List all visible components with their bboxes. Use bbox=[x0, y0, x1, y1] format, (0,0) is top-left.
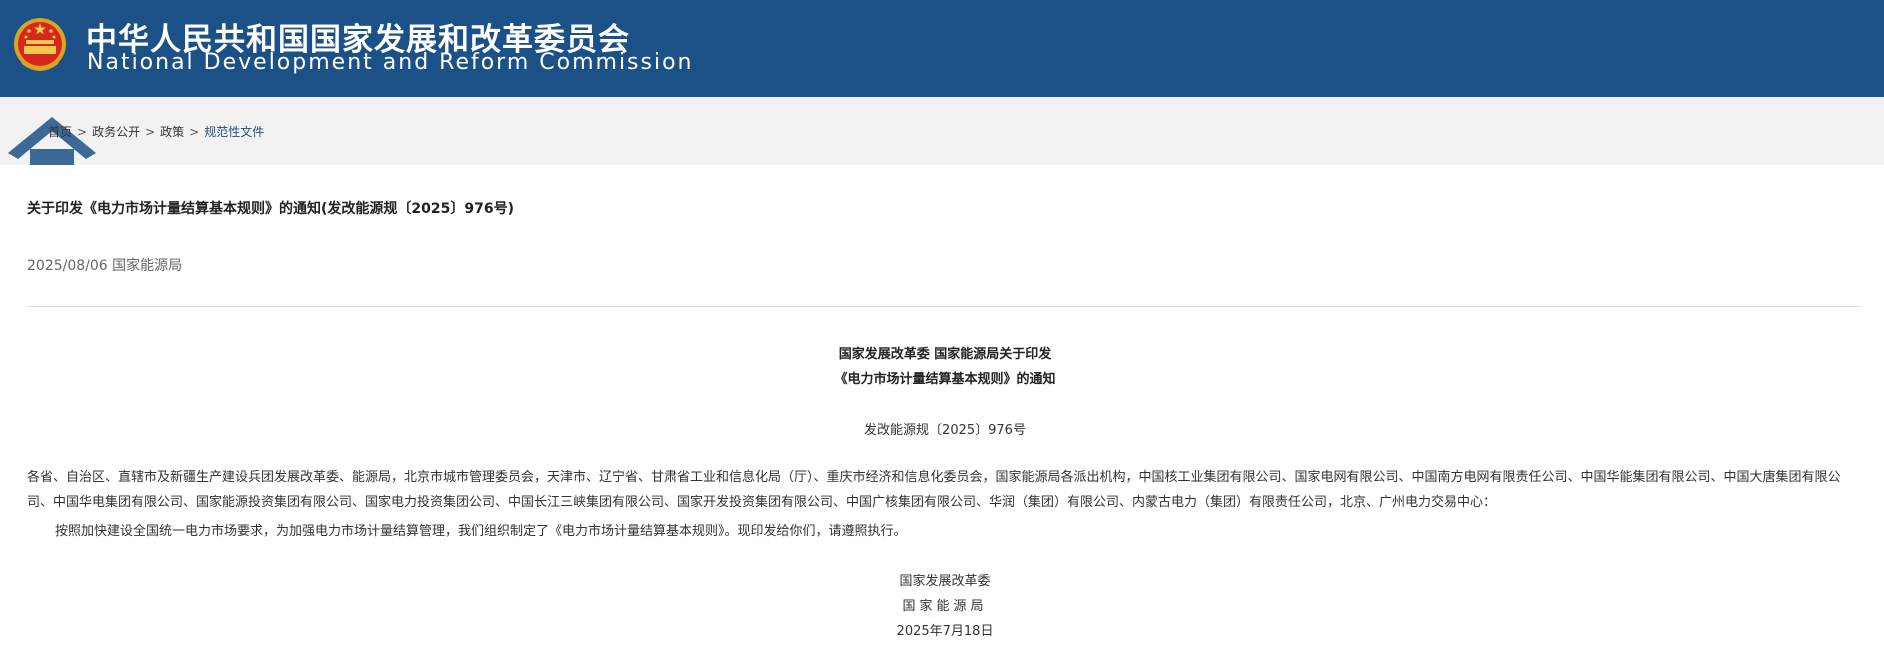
breadcrumb-separator: > bbox=[145, 125, 156, 139]
site-title-english: National Development and Reform Commissi… bbox=[87, 50, 694, 75]
article-title: 关于印发《电力市场计量结算基本规则》的通知(发改能源规〔2025〕976号) bbox=[27, 201, 514, 217]
breadcrumb: 首页 > 政务公开 > 政策 > 规范性文件 bbox=[48, 123, 264, 140]
breadcrumb-policy[interactable]: 政策 bbox=[160, 125, 184, 139]
document-heading-line-2: 《电力市场计量结算基本规则》的通知 bbox=[834, 372, 1056, 387]
national-emblem-icon bbox=[14, 18, 66, 71]
signer-ndrc: 国家发展改革委 bbox=[899, 574, 991, 589]
document-heading-line-1: 国家发展改革委 国家能源局关于印发 bbox=[838, 347, 1052, 362]
breadcrumb-home[interactable]: 首页 bbox=[48, 125, 72, 139]
signer-nea: 国家能源局 bbox=[902, 599, 988, 614]
document-number: 发改能源规〔2025〕976号 bbox=[864, 423, 1026, 438]
recipients-paragraph: 各省、自治区、直辖市及新疆生产建设兵团发展改革委、能源局，北京市城市管理委员会，… bbox=[27, 470, 1841, 510]
site-header: 中华人民共和国国家发展和改革委员会 National Development a… bbox=[0, 0, 1884, 97]
breadcrumb-bar: 首页 > 政务公开 > 政策 > 规范性文件 bbox=[0, 97, 1884, 165]
body-paragraph: 按照加快建设全国统一电力市场要求，为加强电力市场计量结算管理，我们组织制定了《电… bbox=[55, 524, 907, 539]
breadcrumb-separator: > bbox=[77, 125, 88, 139]
signing-date: 2025年7月18日 bbox=[896, 624, 994, 639]
breadcrumb-normative-documents[interactable]: 规范性文件 bbox=[204, 125, 264, 139]
divider bbox=[27, 306, 1861, 307]
article-meta: 2025/08/06 国家能源局 bbox=[27, 258, 183, 274]
breadcrumb-public-affairs[interactable]: 政务公开 bbox=[92, 125, 140, 139]
breadcrumb-separator: > bbox=[189, 125, 200, 139]
